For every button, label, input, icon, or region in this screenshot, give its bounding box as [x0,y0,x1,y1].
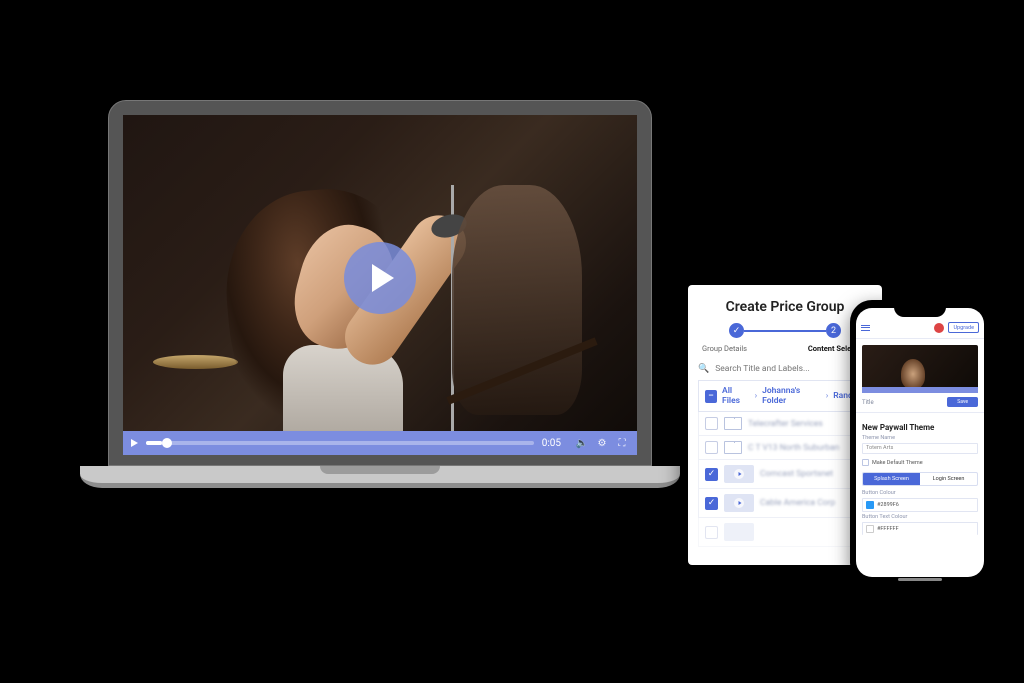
play-overlay-icon [734,498,744,508]
row-checkbox[interactable] [705,526,718,539]
progress-knob[interactable] [162,438,172,448]
home-indicator[interactable] [898,578,942,581]
search-icon: 🔍 [698,364,709,374]
section-heading: New Paywall Theme [856,417,984,434]
video-preview[interactable] [862,345,978,393]
video-meta: Title Save [856,393,984,411]
laptop-hinge-notch [320,466,440,474]
crumb-all-files[interactable]: All Files [722,386,750,406]
list-item[interactable]: C T V13 North Suburban [698,436,872,460]
laptop-mockup: 0:05 🔈 ⚙ ⛶ [80,100,680,488]
row-checkbox[interactable]: ✓ [705,468,718,481]
search-input[interactable] [715,364,872,374]
seg-login[interactable]: Login Screen [920,473,977,485]
play-overlay-icon [734,469,744,479]
colour-value: #2899F6 [877,502,899,508]
save-button[interactable]: Save [947,397,978,407]
row-checkbox[interactable] [705,417,718,430]
video-thumbnail [724,494,754,512]
colour-swatch[interactable] [866,501,874,509]
list-item[interactable]: Telecrafter Services [698,412,872,436]
phone-mockup: Upgrade Title Save New Paywall Theme The… [850,300,990,585]
thumb-progress-bar [862,387,978,393]
select-all-checkbox[interactable]: – [705,390,717,403]
step-1-label: Group Details [702,344,747,353]
page-title: Create Price Group [698,299,872,315]
avatar[interactable] [934,323,944,333]
menu-icon[interactable] [861,325,870,331]
video-thumbnail [724,465,754,483]
row-checkbox[interactable]: ✓ [705,497,718,510]
step-2-current[interactable]: 2 [826,323,841,338]
button-colour-input[interactable]: #2899F6 [862,498,978,512]
phone-screen: Upgrade Title Save New Paywall Theme The… [856,308,984,577]
make-default-label: Make Default Theme [872,460,923,466]
crumb-folder[interactable]: Johanna's Folder [762,386,821,406]
video-thumbnail [724,523,754,541]
seg-splash[interactable]: Splash Screen [863,473,920,485]
phone-notch [894,305,946,317]
colour-value: #FFFFFF [877,526,899,532]
screen-segmented-control[interactable]: Splash Screen Login Screen [862,472,978,486]
list-item[interactable]: ✓ Cable America Corp [698,489,872,518]
breadcrumb-row: – All Files › Johanna's Folder › Random [698,380,872,412]
video-title-label: Title [862,399,874,406]
theme-name-input[interactable]: Totem Arts [862,443,978,454]
row-label: Telecrafter Services [748,419,865,429]
divider [856,412,984,413]
laptop-bezel: 0:05 🔈 ⚙ ⛶ [108,100,652,466]
list-item[interactable]: ✓ Comcast Sportsnet [698,460,872,489]
step-1-done[interactable]: ✓ [729,323,744,338]
folder-icon [724,441,742,454]
search-row[interactable]: 🔍 [698,361,872,380]
row-label: C T V13 North Suburban [748,443,865,453]
step-labels: Group Details Content Selection [698,344,872,361]
folder-icon [724,417,742,430]
progress-bar[interactable] [146,441,534,445]
current-time: 0:05 [542,438,561,449]
video-controls: 0:05 🔈 ⚙ ⛶ [123,431,637,455]
theme-name-label: Theme Name [856,434,984,442]
play-icon[interactable] [131,439,138,447]
button-text-colour-label: Button Text Colour [856,513,984,521]
step-connector [744,330,826,332]
make-default-row[interactable]: Make Default Theme [856,457,984,468]
chevron-right-icon: › [826,391,829,401]
colour-swatch[interactable] [866,525,874,533]
divider [856,338,984,339]
drum-cymbal [153,355,238,369]
play-button[interactable] [344,242,416,314]
row-checkbox[interactable] [705,441,718,454]
fullscreen-icon[interactable]: ⛶ [615,438,629,449]
volume-icon[interactable]: 🔈 [575,438,589,449]
thumb-singer [901,359,925,389]
stepper: ✓ 2 [698,323,872,338]
video-player[interactable]: 0:05 🔈 ⚙ ⛶ [123,115,637,455]
button-colour-label: Button Colour [856,489,984,497]
laptop-base [80,466,680,488]
chevron-right-icon: › [755,391,758,401]
upgrade-button[interactable]: Upgrade [948,322,979,333]
settings-icon[interactable]: ⚙ [595,438,609,449]
list-item[interactable] [698,518,872,547]
make-default-checkbox[interactable] [862,459,869,466]
guitarist [452,185,582,415]
button-text-colour-input[interactable]: #FFFFFF [862,522,978,535]
progress-fill [146,441,162,445]
